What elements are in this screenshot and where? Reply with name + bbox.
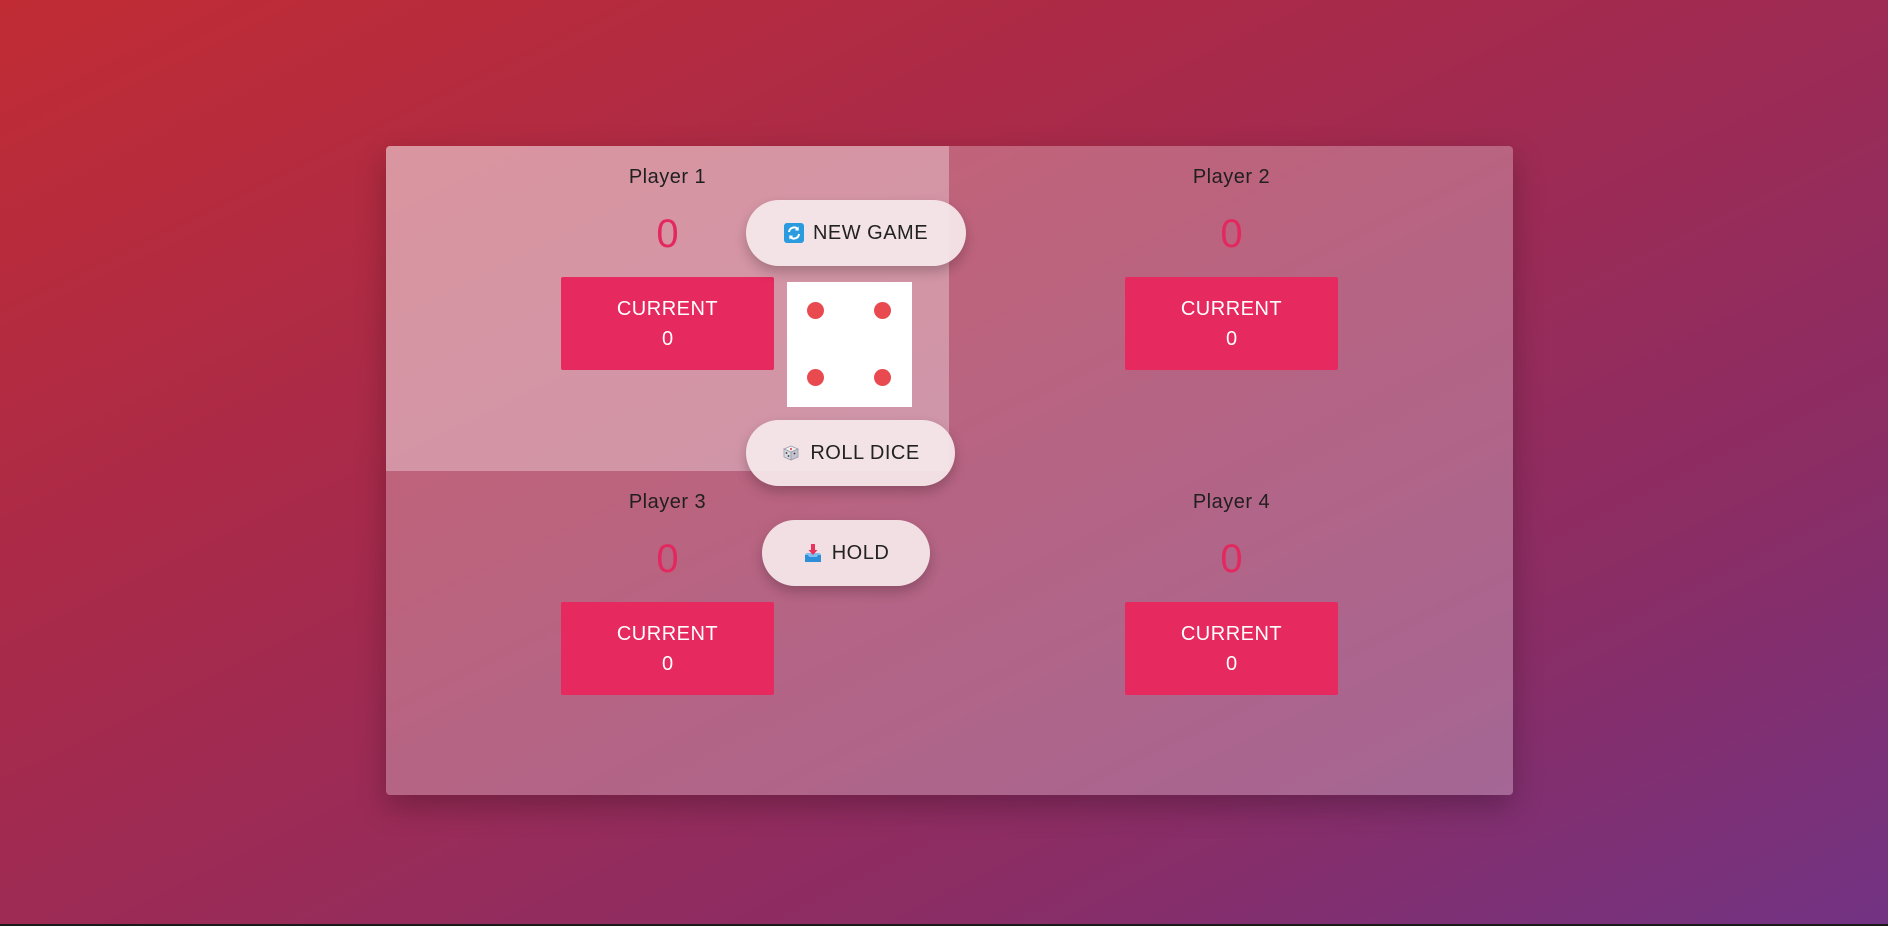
player-2-current-label: CURRENT (1180, 298, 1283, 320)
player-1-current-label: CURRENT (616, 298, 719, 320)
player-4-current-label: CURRENT (1180, 623, 1283, 645)
player-2-current-box: CURRENT 0 (1125, 277, 1338, 370)
player-3-name: Player 3 (628, 491, 707, 513)
roll-dice-button[interactable]: ROLL DICE (746, 420, 955, 486)
new-game-label: NEW GAME (812, 221, 929, 244)
player-4-current-box: CURRENT 0 (1125, 602, 1338, 695)
player-3-current-label: CURRENT (616, 623, 719, 645)
player-4-panel: Player 4 0 CURRENT 0 (950, 471, 1513, 795)
dice (787, 282, 912, 407)
player-2-current-value: 0 (1225, 328, 1238, 350)
player-1-name: Player 1 (628, 166, 707, 188)
player-4-score: 0 (1220, 537, 1243, 581)
new-game-button[interactable]: NEW GAME (746, 200, 966, 266)
dice-pip (807, 302, 824, 319)
dice-icon (781, 443, 801, 463)
player-4-name: Player 4 (1192, 491, 1271, 513)
player-3-current-value: 0 (661, 653, 674, 675)
player-1-current-box: CURRENT 0 (561, 277, 774, 370)
dice-pip (807, 369, 824, 386)
player-2-name: Player 2 (1192, 166, 1271, 188)
dice-pip (874, 302, 891, 319)
hold-button[interactable]: HOLD (762, 520, 930, 586)
player-2-panel: Player 2 0 CURRENT 0 (950, 146, 1513, 471)
inbox-tray-icon (803, 543, 823, 563)
hold-label: HOLD (831, 541, 890, 564)
player-1-current-value: 0 (661, 328, 674, 350)
player-4-current-value: 0 (1225, 653, 1238, 675)
player-2-score: 0 (1220, 212, 1243, 256)
roll-dice-label: ROLL DICE (810, 441, 920, 464)
dice-pip (874, 369, 891, 386)
refresh-icon (783, 223, 804, 243)
player-3-current-box: CURRENT 0 (561, 602, 774, 695)
